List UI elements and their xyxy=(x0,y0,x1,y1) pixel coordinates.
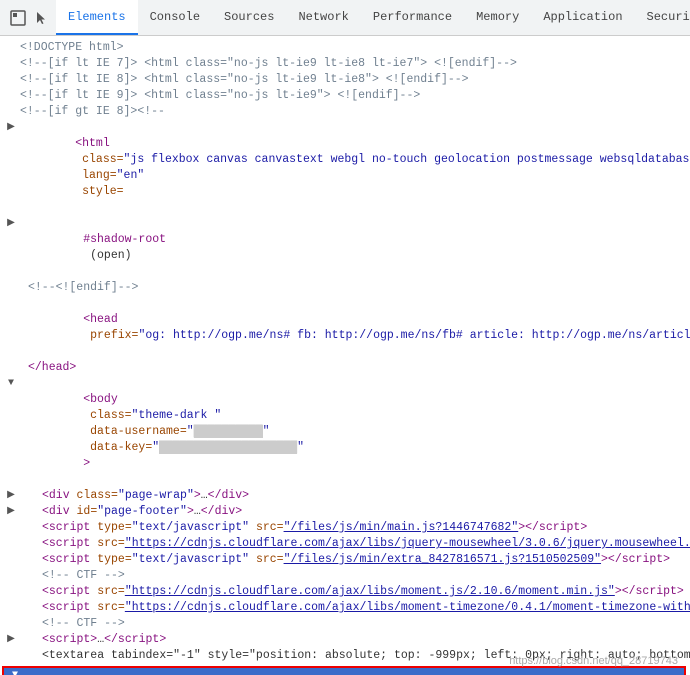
line-ie8: <!--[if lt IE 8]> <html class="no-js lt-… xyxy=(0,72,690,88)
tab-memory[interactable]: Memory xyxy=(464,0,531,35)
elements-panel-icon[interactable] xyxy=(8,8,28,28)
line-shadowroot: ▶ #shadow-root (open) xyxy=(0,216,690,280)
line-endif: <!--<![endif]--> xyxy=(0,280,690,296)
line-gtie8: <!--[if gt IE 8]><!-- xyxy=(0,104,690,120)
devtools-body: <!DOCTYPE html> <!--[if lt IE 7]> <html … xyxy=(0,36,690,675)
line-head-close: </head> xyxy=(0,360,690,376)
expand-pagewrap[interactable]: ▶ xyxy=(4,488,18,504)
highlighted-form-section: … ▼ <form method="POST" action="https://… xyxy=(2,666,686,675)
expand-script[interactable]: ▶ xyxy=(4,632,18,648)
tab-security[interactable]: Security xyxy=(635,0,690,35)
tab-performance[interactable]: Performance xyxy=(361,0,464,35)
expand-html[interactable]: ▶ xyxy=(4,120,18,136)
line-form-selected: ▼ <form method="POST" action="https://ww… xyxy=(4,668,684,675)
line-script-main: <script type="text/javascript" src="/fil… xyxy=(0,520,690,536)
expand-form[interactable]: ▼ xyxy=(8,668,22,675)
line-doctype: <!DOCTYPE html> xyxy=(0,40,690,56)
line-comment-ctf2: <!-- CTF --> xyxy=(0,616,690,632)
tab-network[interactable]: Network xyxy=(286,0,360,35)
tab-sources[interactable]: Sources xyxy=(212,0,286,35)
devtools-tab-bar: Elements Console Sources Network Perform… xyxy=(0,0,690,36)
line-script-timezone: <script src="https://cdnjs.cloudflare.co… xyxy=(0,600,690,616)
line-script-mousewheel: <script src="https://cdnjs.cloudflare.co… xyxy=(0,536,690,552)
line-div-pagewrap: ▶ <div class="page-wrap">…</div> xyxy=(0,488,690,504)
line-script-open: ▶ <script>…</script> xyxy=(0,632,690,648)
watermark: https://blog.csdn.net/qq_28719743 xyxy=(509,655,678,667)
line-html: ▶ <html class="js flexbox canvas canvast… xyxy=(0,120,690,216)
line-ie9: <!--[if lt IE 9]> <html class="no-js lt-… xyxy=(0,88,690,104)
tab-toolbar-icons xyxy=(4,0,56,35)
expand-body[interactable]: ▼ xyxy=(4,376,18,392)
line-comment-ctf1: <!-- CTF --> xyxy=(0,568,690,584)
line-script-extra: <script type="text/javascript" src="/fil… xyxy=(0,552,690,568)
tab-application[interactable]: Application xyxy=(531,0,634,35)
expand-pagefooter[interactable]: ▶ xyxy=(4,504,18,520)
elements-panel[interactable]: <!DOCTYPE html> <!--[if lt IE 7]> <html … xyxy=(0,36,690,675)
line-head-prefix: <head prefix="og: http://ogp.me/ns# fb: … xyxy=(0,296,690,360)
tab-console[interactable]: Console xyxy=(138,0,212,35)
line-ie7: <!--[if lt IE 7]> <html class="no-js lt-… xyxy=(0,56,690,72)
line-body: ▼ <body class="theme-dark " data-usernam… xyxy=(0,376,690,488)
tab-elements[interactable]: Elements xyxy=(56,0,138,35)
cursor-icon[interactable] xyxy=(32,8,52,28)
line-script-moment: <script src="https://cdnjs.cloudflare.co… xyxy=(0,584,690,600)
expand-shadowroot[interactable]: ▶ xyxy=(4,216,18,232)
line-div-pagefooter: ▶ <div id="page-footer">…</div> xyxy=(0,504,690,520)
